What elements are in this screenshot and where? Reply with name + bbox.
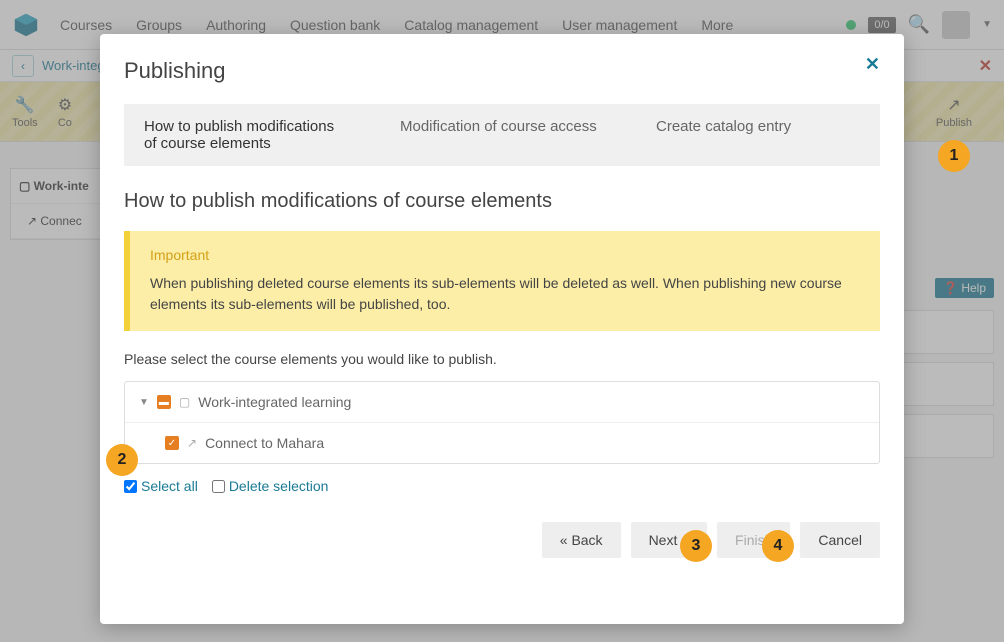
bulk-actions: Select all Delete selection xyxy=(124,478,880,494)
wizard-step-1[interactable]: How to publish modifications of course e… xyxy=(124,104,368,166)
annotation-marker-4: 4 xyxy=(762,530,794,562)
wizard-steps: How to publish modifications of course e… xyxy=(124,104,880,166)
delete-selection-link[interactable]: Delete selection xyxy=(212,478,329,494)
wizard-step-3[interactable]: Create catalog entry xyxy=(624,104,880,166)
modal-title: Publishing xyxy=(124,58,880,84)
select-all-link[interactable]: Select all xyxy=(124,478,198,494)
wizard-step-2[interactable]: Modification of course access xyxy=(368,104,624,166)
tree-row-root[interactable]: ▼ ▬ ▢ Work-integrated learning xyxy=(125,382,879,423)
external-link-icon: ↗ xyxy=(187,436,197,450)
annotation-marker-1: 1 xyxy=(938,140,970,172)
delete-selection-checkbox[interactable] xyxy=(212,480,225,493)
box-icon: ▢ xyxy=(179,395,190,409)
annotation-marker-2: 2 xyxy=(106,444,138,476)
select-all-checkbox[interactable] xyxy=(124,480,137,493)
back-button[interactable]: « Back xyxy=(542,522,621,558)
select-instruction: Please select the course elements you wo… xyxy=(124,351,880,367)
tree-root-label: Work-integrated learning xyxy=(198,394,351,410)
alert-body: When publishing deleted course elements … xyxy=(150,273,860,315)
alert-title: Important xyxy=(150,247,860,263)
caret-down-icon[interactable]: ▼ xyxy=(139,397,149,408)
important-alert: Important When publishing deleted course… xyxy=(124,231,880,331)
annotation-marker-3: 3 xyxy=(680,530,712,562)
tree-child-label: Connect to Mahara xyxy=(205,435,324,451)
modal-close-button[interactable]: ✕ xyxy=(865,54,880,75)
cancel-button[interactable]: Cancel xyxy=(800,522,880,558)
checkbox-partial[interactable]: ▬ xyxy=(157,395,171,409)
section-title: How to publish modifications of course e… xyxy=(124,190,880,213)
tree-row-child[interactable]: ✓ ↗ Connect to Mahara xyxy=(125,423,879,463)
element-tree: ▼ ▬ ▢ Work-integrated learning ✓ ↗ Conne… xyxy=(124,381,880,464)
checkbox-checked[interactable]: ✓ xyxy=(165,436,179,450)
